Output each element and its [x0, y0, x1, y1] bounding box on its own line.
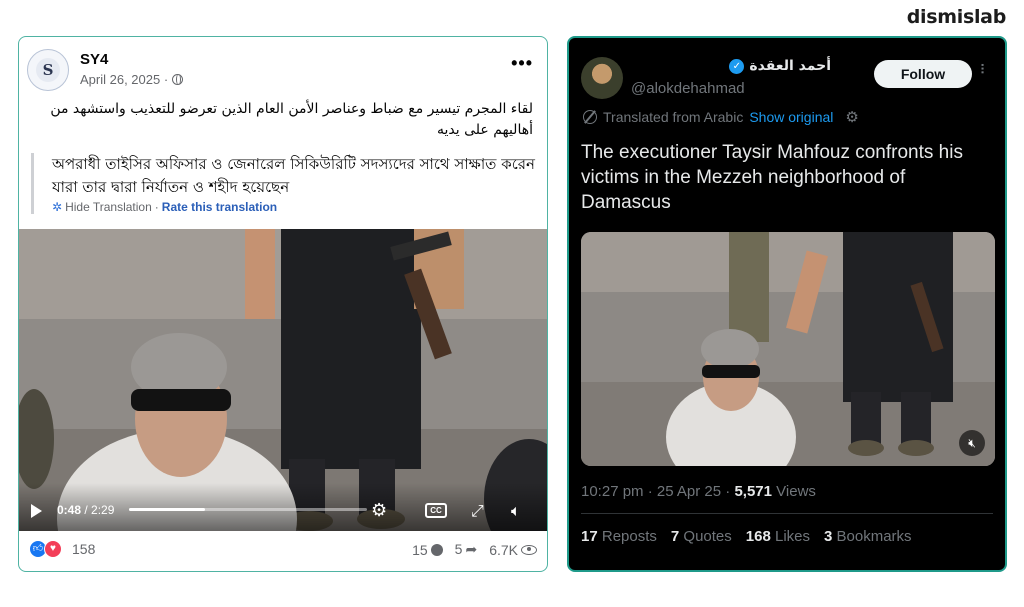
more-options-button[interactable]: •••	[511, 53, 533, 74]
translation-meta: ✲ Hide Translation · Rate this translati…	[52, 200, 539, 214]
page-name[interactable]: SY4	[80, 51, 108, 68]
translation-block: অপরাধী তাইসির অফিসার ও জেনারেল সিকিউরিটি…	[31, 153, 539, 214]
tweet-text: The executioner Taysir Mahfouz confronts…	[581, 142, 963, 213]
video-player[interactable]: 0:48 / 2:29 ⚙ CC ⤢ 🔈︎	[19, 229, 547, 531]
comment-icon	[430, 543, 443, 556]
video-controls: 0:48 / 2:29 ⚙ CC ⤢ 🔈︎	[19, 483, 547, 531]
translated-from-label: Translated from Arabic	[603, 109, 744, 125]
user-name-row[interactable]: ✓ أحمد العقدة	[631, 58, 831, 74]
reposts-number: 17	[581, 528, 598, 545]
comments-count: 15	[412, 541, 428, 558]
views-number: 5,571	[734, 483, 772, 500]
dismislab-logo: dismislab	[906, 6, 1007, 28]
page-avatar[interactable]: S	[27, 49, 69, 91]
tweet-timestamp[interactable]: 10:27 pm · 25 Apr 25 ·	[581, 483, 730, 500]
post-footer: 👍︎ ♥ 158 15 5 ➦ 6.7K	[19, 537, 547, 567]
views-label: Views	[776, 483, 816, 500]
fullscreen-icon[interactable]: ⤢	[471, 503, 484, 521]
verified-badge-icon: ✓	[729, 58, 745, 74]
reactions-count[interactable]: 158	[72, 541, 95, 557]
post-date-text: April 26, 2025 ·	[80, 72, 169, 87]
translate-settings-icon: ✲	[52, 200, 63, 214]
follow-button[interactable]: Follow	[874, 60, 972, 88]
video-frame	[581, 232, 995, 466]
more-options-button[interactable]: ···	[975, 63, 991, 74]
volume-muted-icon[interactable]: 🔈︎	[511, 503, 521, 521]
views-stat: 6.7K	[489, 542, 537, 558]
quotes-label: Quotes	[683, 528, 732, 545]
video-time: 0:48 / 2:29	[57, 503, 114, 517]
shares-stat[interactable]: 5 ➦	[455, 541, 478, 558]
show-original-link[interactable]: Show original	[749, 109, 833, 125]
tweet-stats: 17 Reposts 7 Quotes 168 Likes 3 Bookmark…	[581, 528, 912, 545]
settings-gear-icon[interactable]: ⚙	[371, 500, 387, 521]
bookmarks-number: 3	[824, 528, 833, 545]
divider	[581, 513, 993, 514]
mute-icon[interactable]: 🔇︎	[959, 430, 985, 456]
video-player[interactable]: 🔇︎	[581, 232, 995, 466]
display-name: أحمد العقدة	[749, 58, 831, 74]
reposts-stat[interactable]: 17 Reposts	[581, 528, 657, 545]
engagement-stats: 15 5 ➦ 6.7K	[412, 541, 537, 558]
avatar-letter: S	[36, 58, 60, 82]
video-current-time: 0:48	[57, 503, 82, 517]
views-count: 6.7K	[489, 541, 518, 558]
translation-text: অপরাধী তাইসির অফিসার ও জেনারেল সিকিউরিটি…	[52, 155, 535, 196]
hide-translation-link[interactable]: Hide Translation	[65, 200, 152, 214]
shares-count: 5	[454, 541, 463, 557]
reposts-label: Reposts	[601, 528, 657, 545]
video-progress-bar[interactable]	[129, 508, 367, 511]
tweet-meta: 10:27 pm · 25 Apr 25 · 5,571 Views	[581, 483, 816, 500]
play-icon[interactable]	[31, 504, 42, 518]
translate-icon	[583, 110, 597, 124]
love-reaction-icon[interactable]: ♥	[44, 540, 62, 558]
translation-separator: ·	[154, 200, 159, 214]
comments-stat[interactable]: 15	[412, 542, 443, 558]
bookmarks-stat[interactable]: 3 Bookmarks	[824, 528, 912, 545]
translation-settings-icon[interactable]: ⚙	[845, 108, 858, 126]
translation-bar: Translated from Arabic Show original ⚙	[583, 108, 859, 126]
post-text-arabic: لقاء المجرم تيسير مع ضباط وعناصر الأمن ا…	[50, 101, 533, 138]
share-icon: ➦	[465, 541, 478, 557]
user-avatar[interactable]	[581, 57, 623, 99]
video-duration: / 2:29	[84, 503, 115, 517]
post-date[interactable]: April 26, 2025 ·	[80, 72, 184, 87]
globe-icon	[172, 74, 184, 85]
video-progress-fill	[129, 508, 206, 511]
rate-translation-link[interactable]: Rate this translation	[162, 200, 277, 214]
likes-label: Likes	[774, 528, 811, 545]
quotes-number: 7	[670, 528, 680, 545]
user-handle[interactable]: @alokdehahmad	[631, 80, 745, 97]
captions-icon[interactable]: CC	[425, 503, 447, 518]
facebook-post-card: S SY4 April 26, 2025 · ••• لقاء المجرم ت…	[18, 36, 548, 572]
x-post-card: ✓ أحمد العقدة @alokdehahmad Follow ··· T…	[567, 36, 1007, 572]
likes-number: 168	[745, 528, 771, 545]
quotes-stat[interactable]: 7 Quotes	[671, 528, 732, 545]
eye-icon	[521, 544, 537, 555]
likes-stat[interactable]: 168 Likes	[746, 528, 810, 545]
bookmarks-label: Bookmarks	[836, 528, 912, 545]
